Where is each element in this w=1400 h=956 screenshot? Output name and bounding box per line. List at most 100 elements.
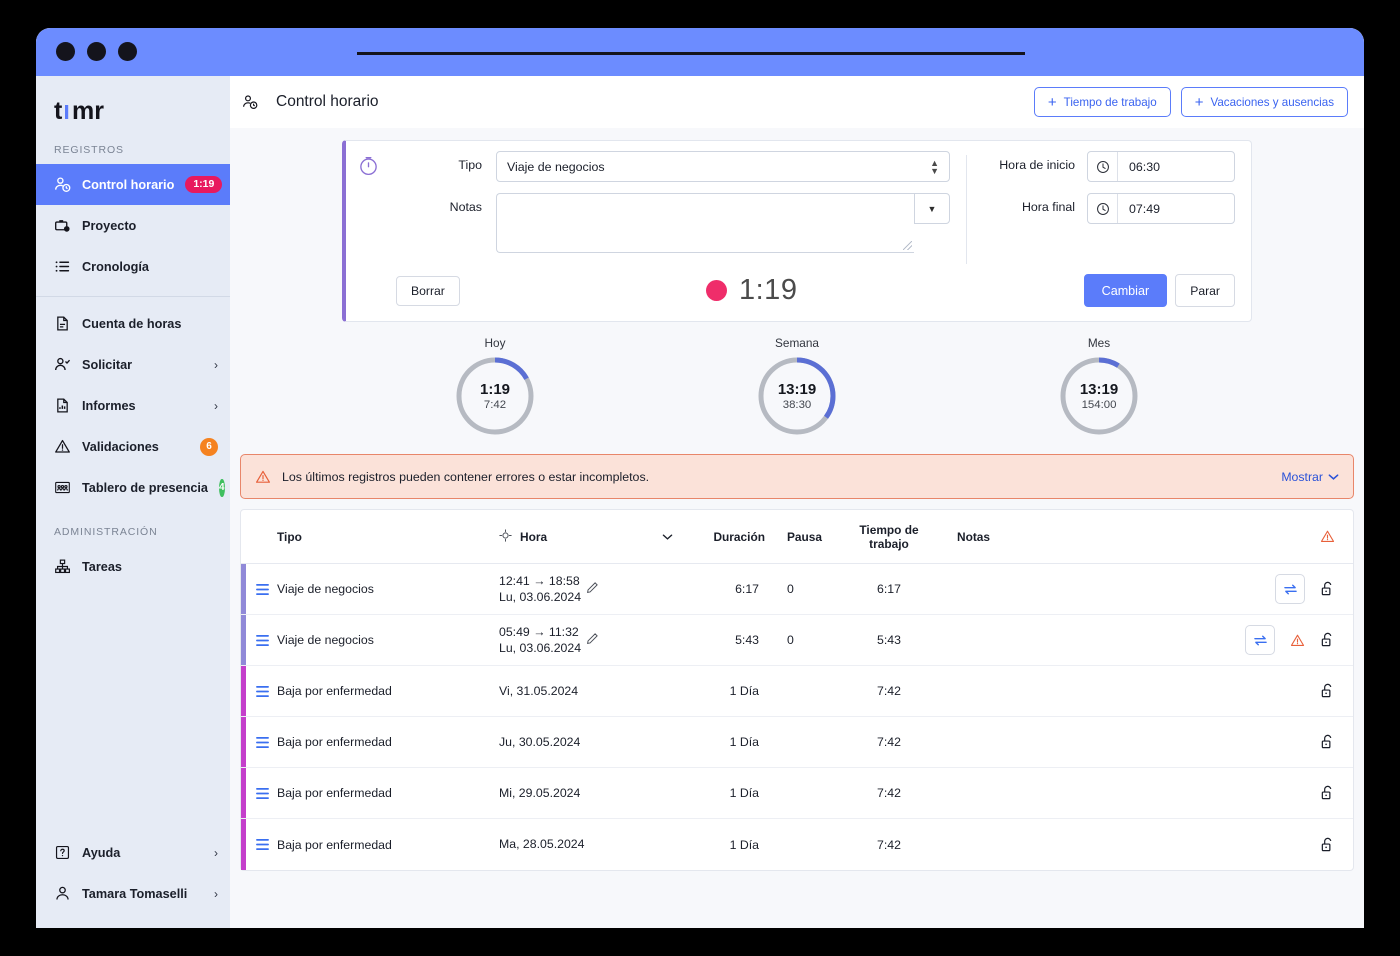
column-header-duracion[interactable]: Duración (685, 530, 765, 544)
sidebar-item-tareas[interactable]: Tareas (36, 546, 230, 587)
row-duracion: 5:43 (735, 633, 759, 647)
sidebar-item-user-profile[interactable]: Tamara Tomaselli › (36, 873, 230, 914)
row-hora-range: 05:49 → 11:32 (499, 624, 579, 639)
add-vacation-absence-label: Vacaciones y ausencias (1210, 95, 1334, 109)
table-row[interactable]: Baja por enfermedad Ma, 28.05.2024 1 Día 7:… (241, 819, 1353, 870)
hora-final-row: Hora final 07:49 (983, 193, 1235, 224)
notas-dropdown-button[interactable]: ▼ (914, 193, 950, 224)
document-icon (54, 315, 71, 332)
table-row[interactable]: Baja por enfermedad Mi, 29.05.2024 1 Día 7:… (241, 768, 1353, 819)
add-work-time-button[interactable]: + Tiempo de trabajo (1033, 87, 1171, 117)
row-actions (1163, 683, 1353, 699)
report-icon (54, 397, 71, 414)
column-header-tipo[interactable]: Tipo (277, 530, 499, 544)
unlock-icon[interactable] (1319, 734, 1335, 750)
row-hora-date: Lu, 03.06.2024 (499, 641, 582, 655)
page-title: Control horario (276, 93, 379, 110)
cambiar-button[interactable]: Cambiar (1083, 274, 1168, 307)
column-header-hora[interactable]: Hora (499, 528, 649, 545)
table-row[interactable]: Viaje de negocios 12:41 → 18:58 Lu, 03.06.… (241, 564, 1353, 615)
sidebar-item-ayuda[interactable]: Ayuda › (36, 832, 230, 873)
notas-textarea[interactable] (496, 193, 914, 253)
hora-sort-toggle[interactable] (649, 533, 685, 541)
window-controls[interactable] (56, 42, 137, 61)
row-tipo: Viaje de negocios (277, 582, 374, 596)
unlock-icon[interactable] (1319, 683, 1335, 699)
warning-triangle-icon (1319, 529, 1335, 545)
sidebar-section-administracion: ADMINISTRACIÓN (54, 526, 158, 538)
row-hora: Vi, 31.05.2024 (499, 683, 649, 699)
row-drag-handle[interactable] (247, 634, 277, 647)
svg-text:mr: mr (72, 98, 104, 124)
sidebar-item-solicitar[interactable]: Solicitar › (36, 344, 230, 385)
show-records-link[interactable]: Mostrar (1281, 470, 1339, 484)
table-row[interactable]: Baja por enfermedad Ju, 30.05.2024 1 Día 7:… (241, 717, 1353, 768)
stat-caption: Mes (1087, 336, 1111, 350)
stat-hoy: Hoy 1:19 7:42 (430, 336, 560, 438)
sidebar-item-cuenta-de-horas[interactable]: Cuenta de horas (36, 303, 230, 344)
list-icon (54, 258, 71, 275)
table-header-row: Tipo Hora Duración Pausa Tiempo de traba… (241, 510, 1353, 564)
hierarchy-icon (54, 558, 71, 575)
plus-icon: + (1047, 93, 1057, 111)
sidebar-item-proyecto[interactable]: Proyecto (36, 205, 230, 246)
parar-button[interactable]: Parar (1175, 274, 1235, 307)
stat-target: 154:00 (1081, 398, 1117, 411)
sidebar-badge-control-horario: 1:19 (185, 176, 223, 193)
spinner-arrows-icon: ▲ ▼ (930, 157, 939, 176)
row-drag-handle[interactable] (247, 787, 277, 800)
table-row[interactable]: Viaje de negocios 05:49 → 11:32 Lu, 03.06.… (241, 615, 1353, 666)
row-duracion: 6:17 (735, 582, 759, 596)
maximize-button[interactable] (118, 42, 137, 61)
minimize-button[interactable] (87, 42, 106, 61)
row-drag-handle[interactable] (247, 583, 277, 596)
app-logo[interactable]: t mr (36, 76, 230, 136)
column-header-notas[interactable]: Notas (935, 530, 1163, 544)
edit-pencil-icon[interactable] (586, 632, 599, 648)
unlock-icon[interactable] (1319, 581, 1335, 597)
warning-banner: Los últimos registros pueden contener er… (240, 454, 1354, 499)
donut-chart: 13:19 38:30 (755, 354, 839, 438)
unlock-icon[interactable] (1319, 632, 1335, 648)
row-tipo: Baja por enfermedad (277, 735, 392, 749)
add-vacation-absence-button[interactable]: + Vacaciones y ausencias (1180, 87, 1348, 117)
table-row[interactable]: Baja por enfermedad Vi, 31.05.2024 1 Día 7:… (241, 666, 1353, 717)
row-drag-handle[interactable] (247, 685, 277, 698)
row-drag-handle[interactable] (247, 736, 277, 749)
sidebar-item-label: Ayuda (82, 845, 121, 860)
notas-label: Notas (449, 200, 482, 214)
sidebar-item-informes[interactable]: Informes › (36, 385, 230, 426)
sidebar-item-cronologia[interactable]: Cronología (36, 246, 230, 287)
notas-field-wrap: ▼ (496, 193, 950, 253)
warning-banner-message: Los últimos registros pueden contener er… (282, 469, 650, 484)
row-tiempo-trabajo: 7:42 (877, 786, 901, 800)
stopwatch-icon (358, 155, 379, 181)
unlock-icon[interactable] (1319, 785, 1335, 801)
chevron-right-icon: › (214, 886, 218, 901)
unlock-icon[interactable] (1319, 837, 1335, 853)
row-duracion: 1 Día (729, 786, 759, 800)
sidebar-item-validaciones[interactable]: Validaciones 6 (36, 426, 230, 467)
user-clock-icon (242, 94, 258, 110)
close-button[interactable] (56, 42, 75, 61)
row-drag-handle[interactable] (247, 838, 277, 851)
edit-pencil-icon[interactable] (586, 581, 599, 597)
swap-type-button[interactable] (1275, 574, 1305, 604)
row-hora: Ma, 28.05.2024 (499, 836, 649, 852)
column-header-tiempo-trabajo[interactable]: Tiempo de trabajo (843, 523, 935, 551)
tipo-select[interactable]: Viaje de negocios ▲ ▼ (496, 151, 950, 182)
chevron-right-icon: › (214, 845, 218, 860)
row-type-color-bar (241, 615, 246, 665)
hora-inicio-field[interactable]: 06:30 (1087, 151, 1235, 182)
sidebar-item-control-horario[interactable]: Control horario 1:19 (36, 164, 230, 205)
row-actions (1163, 625, 1353, 655)
column-header-pausa[interactable]: Pausa (765, 530, 843, 544)
sidebar-item-tablero-de-presencia[interactable]: Tablero de presencia 4 (36, 467, 230, 508)
column-header-hora-label: Hora (520, 529, 548, 544)
timer-right-column: Hora de inicio 06:30 Hora final 07:49 (983, 151, 1235, 264)
swap-type-button[interactable] (1245, 625, 1275, 655)
hora-final-field[interactable]: 07:49 (1087, 193, 1235, 224)
row-hora-date: Ju, 30.05.2024 (499, 734, 581, 749)
donut-center: 1:19 7:42 (453, 354, 537, 438)
